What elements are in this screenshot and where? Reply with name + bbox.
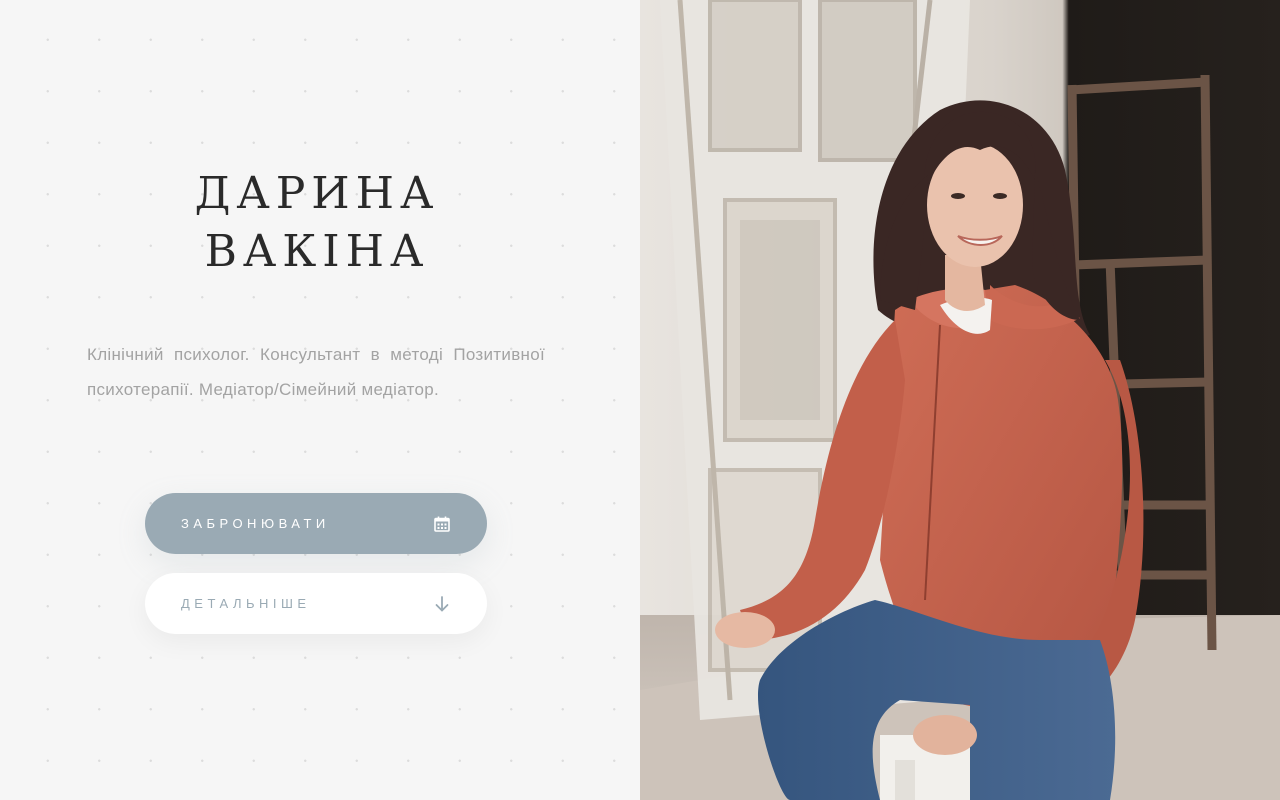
calendar-icon [433,515,451,533]
details-button[interactable]: ДЕТАЛЬНІШЕ [145,573,487,634]
person-name-heading: ДАРИНА ВАКІНА [0,165,634,281]
arrow-down-icon [433,595,451,613]
intro-panel: ДАРИНА ВАКІНА Клінічний психолог. Консул… [0,0,640,800]
name-line-last: ВАКІНА [204,226,430,277]
book-button-label: ЗАБРОНЮВАТИ [181,516,330,531]
name-line-first: ДАРИНА [194,168,440,219]
profession-description: Клінічний психолог. Консультант в методі… [87,345,545,399]
book-button[interactable]: ЗАБРОНЮВАТИ [145,493,487,554]
details-button-label: ДЕТАЛЬНІШЕ [181,596,311,611]
portrait-photo [640,0,1280,800]
